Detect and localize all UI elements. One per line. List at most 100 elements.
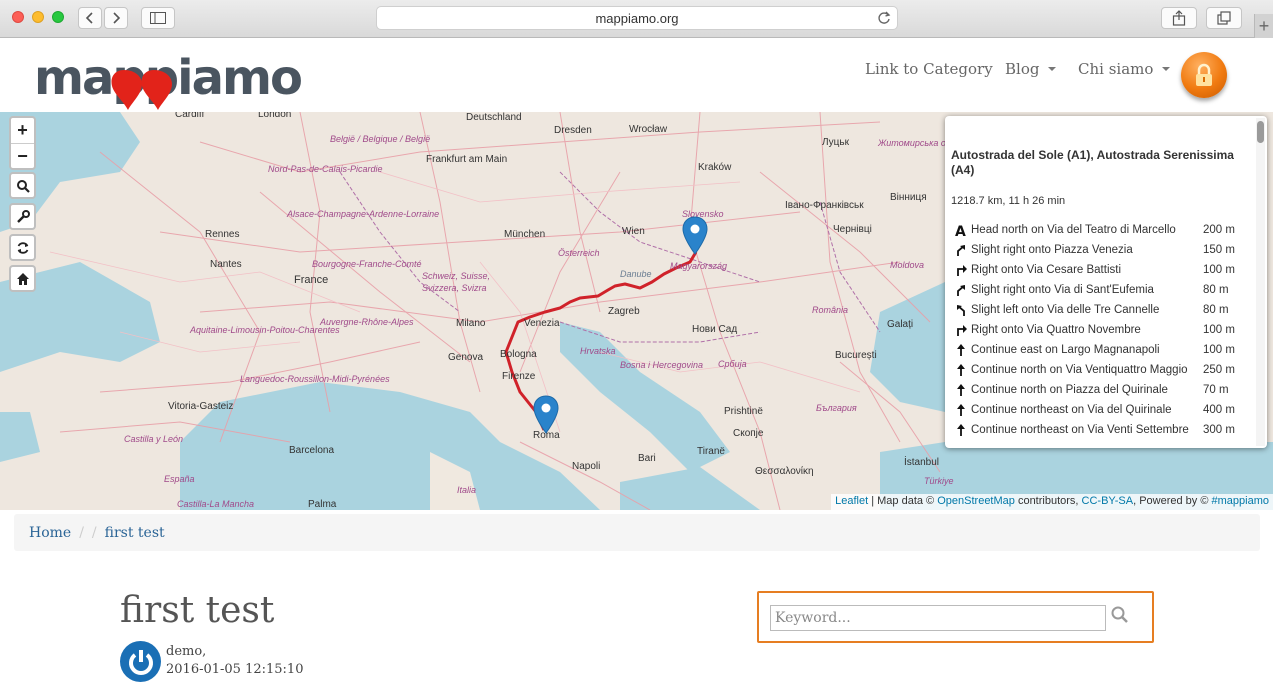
close-window-button[interactable] [12,11,24,23]
nav-link-category[interactable]: Link to Category [865,60,993,78]
post-date: 2016-01-05 12:15:10 [166,662,304,677]
route-instruction[interactable]: Slight right onto Piazza Venezia 150 m [953,240,1243,260]
mappiamo-logo[interactable]: mappiamo [34,48,314,110]
caret-down-icon [1162,67,1171,71]
map-label: Deutschland [466,112,522,123]
map-label: Napoli [572,461,601,472]
tabs-icon [1217,11,1231,25]
straight-icon [953,344,969,356]
breadcrumb-current[interactable]: first test [105,525,165,541]
map[interactable]: Cardiff London Deutschland België / Belg… [0,112,1273,510]
map-search-button[interactable] [9,172,36,199]
license-link[interactable]: CC-BY-SA [1082,495,1134,507]
instruction-text: Right onto Via Cesare Battisti [971,264,1122,276]
nav-blog-dropdown[interactable]: Blog [1005,60,1057,78]
map-home-button[interactable] [9,265,36,292]
avatar [120,641,161,682]
power-icon [128,649,153,675]
tabs-overview-button[interactable] [1206,7,1242,29]
route-instruction[interactable]: Slight right onto Via di Sant'Eufemia 80 … [953,280,1243,300]
map-label: Івано-Франківськ [785,200,864,211]
route-instruction[interactable]: Right onto Via Cesare Battisti 100 m [953,260,1243,280]
instruction-text: Slight right onto Via di Sant'Eufemia [971,284,1154,296]
map-label: Schweiz, Suisse, Svizzera, Svizra [422,271,491,293]
route-instruction[interactable]: Continue north on Via Ventiquattro Maggi… [953,360,1243,380]
svg-text:A: A [955,224,966,237]
instruction-text: Head north on Via del Teatro di Marcello [971,224,1176,236]
nav-chi-siamo-dropdown[interactable]: Chi siamo [1078,60,1171,78]
route-instruction[interactable]: Continue east on Largo Magnanapoli 100 m [953,340,1243,360]
route-instruction[interactable]: Continue north on Piazza del Quirinale 70… [953,380,1243,400]
instruction-distance: 100 m [1203,264,1235,276]
map-marker-icon[interactable] [533,395,559,435]
map-label: Cardiff [175,112,205,120]
route-instruction[interactable]: Slight left onto Via delle Tre Cannelle 8… [953,300,1243,320]
instruction-distance: 80 m [1203,304,1229,316]
scrollbar-thumb[interactable] [1257,121,1264,143]
chevron-left-icon [85,12,93,24]
route-instructions: A Head north on Via del Teatro di Marcell… [953,220,1243,440]
sidebar-toggle-button[interactable] [141,7,175,29]
nav-link-category-label: Link to Category [865,60,993,78]
instruction-distance: 300 m [1203,424,1235,436]
map-label: Hrvatska [580,346,616,356]
new-tab-button[interactable]: + [1254,14,1273,38]
zoom-window-button[interactable] [52,11,64,23]
map-label: Österreich [558,248,600,258]
zoom-in-button[interactable]: + [11,118,34,143]
map-label: Чернівці [833,224,872,235]
route-instruction[interactable]: A Head north on Via del Teatro di Marcell… [953,220,1243,240]
map-marker-icon[interactable] [682,216,708,256]
map-label: Wien [622,226,645,237]
breadcrumb: Home / / first test [14,514,1260,551]
mappiamo-link[interactable]: #mappiamo [1212,495,1269,507]
attribution-text: , Powered by © [1133,495,1212,507]
zoom-out-button[interactable]: − [11,143,34,168]
map-label: Türkiye [924,476,954,486]
route-scrollbar[interactable] [1256,118,1265,446]
breadcrumb-separator: / [91,524,97,541]
instruction-distance: 100 m [1203,344,1235,356]
map-label: Aquitaine-Limousin-Poitou-Charentes [190,325,340,335]
slight-right-icon [953,284,969,296]
straight-icon [953,384,969,396]
reload-icon[interactable] [877,11,891,25]
map-label: Italia [457,485,477,495]
map-label: Milano [456,318,486,329]
route-instruction[interactable]: Continue northeast on Via Venti Settembr… [953,420,1243,440]
map-tools-button[interactable] [9,203,36,230]
back-button[interactable] [78,7,102,29]
map-label: Galați [887,319,914,330]
osm-link[interactable]: OpenStreetMap [937,495,1015,507]
share-icon [1172,10,1186,26]
route-instruction[interactable]: Right onto Via Quattro Novembre 100 m [953,320,1243,340]
lock-icon [1196,63,1212,86]
instruction-text: Continue northeast on Via Venti Settembr… [971,424,1189,436]
map-refresh-button[interactable] [9,234,36,261]
route-instruction[interactable]: Continue northeast on Via del Quirinale 4… [953,400,1243,420]
login-button[interactable] [1181,52,1227,98]
map-label: België / Belgique / België [330,134,431,144]
map-label: Prishtinë [724,406,763,417]
search-icon[interactable] [1110,605,1130,625]
route-summary: 1218.7 km, 11 h 26 min [951,195,1066,207]
forward-button[interactable] [104,7,128,29]
share-button[interactable] [1161,7,1197,29]
address-bar[interactable]: mappiamo.org [376,6,898,30]
instruction-distance: 100 m [1203,324,1235,336]
routing-panel[interactable]: Autostrada del Sole (A1), Autostrada Ser… [945,116,1267,448]
slight-right-icon [953,244,969,256]
minimize-window-button[interactable] [32,11,44,23]
map-attribution: Leaflet | Map data © OpenStreetMap contr… [831,494,1273,510]
map-label: Вінниця [890,192,927,203]
leaflet-link[interactable]: Leaflet [835,495,868,507]
map-label: Genova [448,352,484,363]
search-icon [16,179,30,193]
breadcrumb-home[interactable]: Home [29,525,71,541]
map-label: Bari [638,453,656,464]
caret-down-icon [1048,67,1057,71]
sidebar-icon [150,12,166,24]
search-box [757,591,1154,643]
url-text: mappiamo.org [595,10,679,26]
search-input[interactable] [770,605,1106,631]
